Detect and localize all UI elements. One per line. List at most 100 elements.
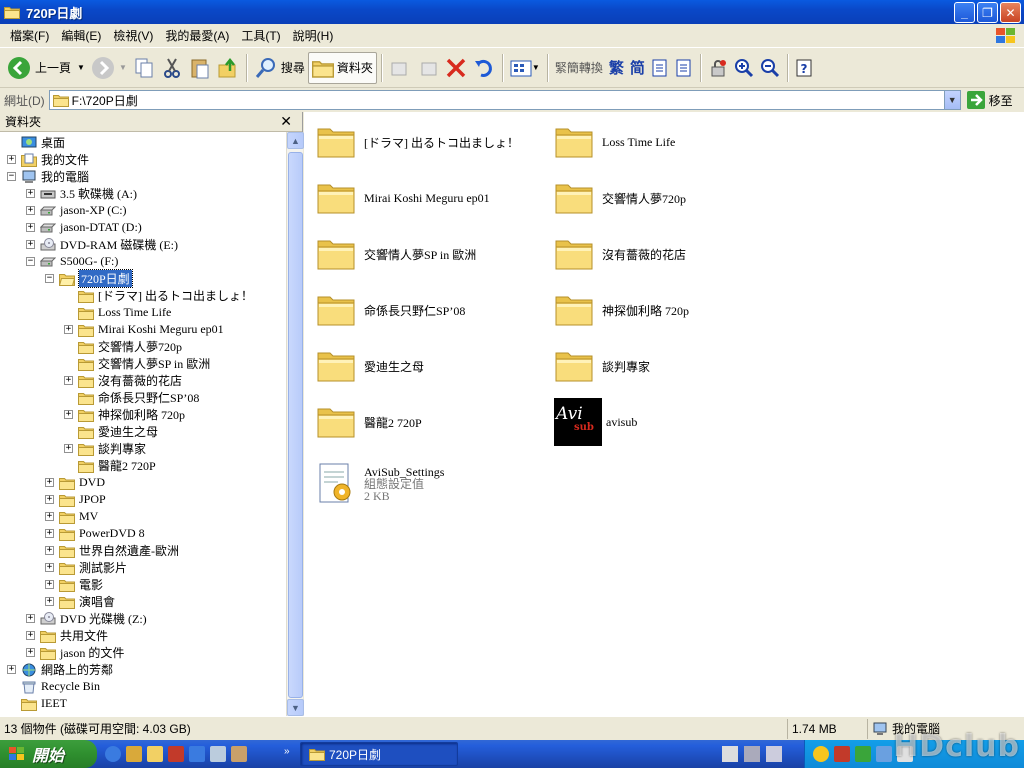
tree-item[interactable]: 720P日劇	[59, 269, 133, 288]
close-panel-icon[interactable]: ✕	[280, 113, 292, 130]
tree-expand-toggle-icon[interactable]: +	[64, 410, 73, 419]
keyboard-icon[interactable]	[722, 746, 738, 762]
tree-expand-toggle-icon[interactable]: +	[45, 546, 54, 555]
tree-item[interactable]: 談判專家	[78, 440, 146, 457]
tree-item[interactable]: JPOP	[59, 491, 106, 508]
tray-icon[interactable]	[855, 746, 871, 762]
tree-expand-toggle-icon[interactable]: +	[26, 614, 35, 623]
tree-item[interactable]: 我的電腦	[21, 168, 89, 185]
menu-help[interactable]: 說明(H)	[287, 27, 340, 44]
tree-item[interactable]: 桌面	[21, 134, 65, 151]
search-button[interactable]: 搜尋	[251, 52, 308, 84]
tree-item[interactable]: IEET	[21, 695, 67, 712]
tree-expand-toggle-icon[interactable]: −	[45, 274, 54, 283]
tree-item[interactable]: jason-DTAT (D:)	[40, 219, 142, 236]
folder-item[interactable]: [ドラマ] 出るトコ出ましょ！	[316, 124, 519, 160]
tree-expand-toggle-icon[interactable]: +	[26, 240, 35, 249]
app-icon[interactable]	[168, 746, 184, 762]
up-folder-button[interactable]	[214, 52, 242, 84]
tree-item[interactable]: 愛迪生之母	[78, 423, 158, 440]
folder-item[interactable]: 命係長只野仁SP’08	[316, 292, 465, 328]
views-button[interactable]: ▼	[507, 52, 543, 84]
tree-expand-toggle-icon[interactable]: +	[45, 495, 54, 504]
tree-expand-toggle-icon[interactable]: +	[7, 665, 16, 674]
simp-doc-button[interactable]	[672, 52, 696, 84]
tree-item[interactable]: 測試影片	[59, 559, 127, 576]
tree-item[interactable]: 演唱會	[59, 593, 115, 610]
back-dropdown-icon[interactable]: ▼	[77, 63, 85, 72]
folder-item[interactable]: Mirai Koshi Meguru ep01	[316, 180, 490, 216]
tree-item[interactable]: 交響情人夢SP in 歐洲	[78, 355, 210, 372]
maximize-button[interactable]: ❐	[977, 2, 998, 23]
tree-expand-toggle-icon[interactable]: +	[45, 597, 54, 606]
menu-view[interactable]: 檢視(V)	[107, 27, 159, 44]
tree-expand-toggle-icon[interactable]: +	[64, 444, 73, 453]
back-button[interactable]: 上一頁 ▼	[4, 52, 88, 84]
tree-item[interactable]: 世界自然遺產-歐洲	[59, 542, 179, 559]
tray-icon[interactable]	[813, 746, 829, 762]
tree-scrollbar[interactable]: ▲ ▼	[286, 132, 304, 716]
folder-item[interactable]: 談判專家	[554, 348, 650, 384]
simplified-button[interactable]: 简	[627, 52, 648, 84]
folder-item[interactable]: Loss Time Life	[554, 124, 675, 160]
scroll-up-icon[interactable]: ▲	[287, 132, 304, 149]
go-button[interactable]: 移至	[966, 91, 1013, 109]
tree-expand-toggle-icon[interactable]: +	[64, 325, 73, 334]
close-button[interactable]: ✕	[1000, 2, 1021, 23]
folder-item[interactable]: 沒有薔薇的花店	[554, 236, 686, 272]
chevron-icon[interactable]: »	[284, 746, 290, 757]
tree-item[interactable]: Mirai Koshi Meguru ep01	[78, 321, 224, 338]
tree-expand-toggle-icon[interactable]: +	[64, 376, 73, 385]
tree-item[interactable]: 醫龍2 720P	[78, 457, 156, 474]
undo-button[interactable]	[470, 52, 498, 84]
start-button[interactable]: 開始	[0, 740, 97, 768]
tree-item[interactable]: MV	[59, 508, 98, 525]
zoom-in-button[interactable]	[731, 52, 757, 84]
folders-button[interactable]: 資料夾	[307, 51, 377, 84]
tree-expand-toggle-icon[interactable]: −	[7, 172, 16, 181]
tree-item[interactable]: 網路上的芳鄰	[21, 661, 113, 678]
tree-expand-toggle-icon[interactable]: +	[26, 648, 35, 657]
tree-item[interactable]: jason-XP (C:)	[40, 202, 127, 219]
taskbar-item-explorer[interactable]: 720P日劇	[300, 742, 458, 766]
tree-item[interactable]: 命係長只野仁SP’08	[78, 389, 199, 406]
move-to-button[interactable]	[386, 52, 414, 84]
tree-expand-toggle-icon[interactable]: +	[45, 563, 54, 572]
forward-button[interactable]: ▼	[88, 52, 130, 84]
scroll-thumb[interactable]	[288, 152, 303, 698]
app-item[interactable]: Avi sub avisub	[554, 398, 637, 446]
tray-icon[interactable]	[834, 746, 850, 762]
tree-item[interactable]: S500G- (F:)	[40, 253, 118, 270]
tree-expand-toggle-icon[interactable]: +	[45, 580, 54, 589]
tree-expand-toggle-icon[interactable]: +	[45, 512, 54, 521]
menu-edit[interactable]: 編輯(E)	[55, 27, 107, 44]
zoom-out-button[interactable]	[757, 52, 783, 84]
tree-item[interactable]: 電影	[59, 576, 103, 593]
app-icon[interactable]	[210, 746, 226, 762]
tree-expand-toggle-icon[interactable]: +	[26, 189, 35, 198]
app-icon[interactable]	[189, 746, 205, 762]
tree-item[interactable]: 沒有薔薇的花店	[78, 372, 182, 389]
views-dropdown-icon[interactable]: ▼	[532, 63, 540, 72]
folder-item[interactable]: 醫龍2 720P	[316, 404, 422, 440]
tree-item[interactable]: 我的文件	[21, 151, 89, 168]
tree-expand-toggle-icon[interactable]: +	[7, 155, 16, 164]
tree-item[interactable]: DVD	[59, 474, 105, 491]
paste-button[interactable]	[186, 52, 214, 84]
tree-item[interactable]: PowerDVD 8	[59, 525, 145, 542]
tree-expand-toggle-icon[interactable]: +	[26, 206, 35, 215]
menu-tools[interactable]: 工具(T)	[235, 27, 286, 44]
address-dropdown-icon[interactable]: ▼	[943, 91, 960, 109]
trad-doc-button[interactable]	[648, 52, 672, 84]
tree-item[interactable]: 交響情人夢720p	[78, 338, 182, 355]
tree-item[interactable]: DVD-RAM 磁碟機 (E:)	[40, 236, 178, 253]
tree-expand-toggle-icon[interactable]: −	[26, 257, 35, 266]
help-button[interactable]: ?	[792, 52, 816, 84]
menu-file[interactable]: 檔案(F)	[4, 27, 55, 44]
minimize-button[interactable]: _	[954, 2, 975, 23]
app-icon[interactable]	[766, 746, 782, 762]
tree-item[interactable]: 神探伽利略 720p	[78, 406, 185, 423]
app-icon[interactable]	[126, 746, 142, 762]
tree-item[interactable]: [ドラマ] 出るトコ出ましょ！	[78, 287, 253, 304]
app-icon[interactable]	[231, 746, 247, 762]
